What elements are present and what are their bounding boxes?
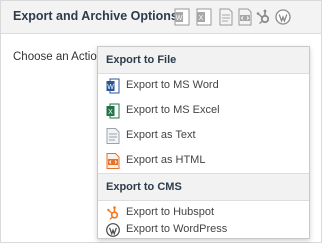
text-icon[interactable] xyxy=(218,8,234,26)
group-header-export-to-file: Export to File xyxy=(98,47,309,74)
choose-action-label: Choose an Action xyxy=(13,51,104,63)
group-header-export-to-cms: Export to CMS xyxy=(98,173,309,201)
menu-item-label: Export to WordPress xyxy=(126,223,228,235)
menu-item-label: Export as Text xyxy=(126,129,196,141)
menu-item-export-text[interactable]: Export as Text xyxy=(98,124,309,148)
text-icon xyxy=(106,128,120,144)
export-archive-panel: Export and Archive Options W X Choose an… xyxy=(0,0,322,243)
export-action-dropdown: Export to File W Export to MS Word X Exp… xyxy=(97,46,310,239)
svg-text:X: X xyxy=(199,15,204,22)
excel-icon[interactable]: X xyxy=(196,8,212,26)
panel-header: Export and Archive Options W X xyxy=(1,1,321,34)
menu-item-export-wordpress-row[interactable]: Export to WordPress xyxy=(98,218,309,242)
svg-text:W: W xyxy=(107,84,114,91)
menu-item-label: Export to MS Word xyxy=(126,79,219,91)
svg-text:X: X xyxy=(108,109,113,116)
menu-item-label: Export as HTML xyxy=(126,154,206,166)
html-icon xyxy=(106,153,120,169)
menu-item-label: Export to Hubspot xyxy=(126,206,215,218)
hubspot-icon[interactable] xyxy=(255,8,271,26)
menu-item-export-word[interactable]: W Export to MS Word xyxy=(98,74,309,98)
group-label: Export to File xyxy=(106,54,177,66)
word-icon[interactable]: W xyxy=(174,8,190,26)
wordpress-icon xyxy=(106,222,120,238)
panel-title: Export and Archive Options xyxy=(13,9,178,23)
word-icon: W xyxy=(106,78,120,94)
excel-icon: X xyxy=(106,103,120,119)
wordpress-icon[interactable] xyxy=(275,8,291,26)
menu-item-label: Export to MS Excel xyxy=(126,104,220,116)
menu-item-export-html[interactable]: Export as HTML xyxy=(98,149,309,173)
menu-item-export-excel[interactable]: X Export to MS Excel xyxy=(98,99,309,123)
html-icon[interactable] xyxy=(237,8,253,26)
group-label: Export to CMS xyxy=(106,181,182,193)
svg-text:W: W xyxy=(176,15,183,22)
